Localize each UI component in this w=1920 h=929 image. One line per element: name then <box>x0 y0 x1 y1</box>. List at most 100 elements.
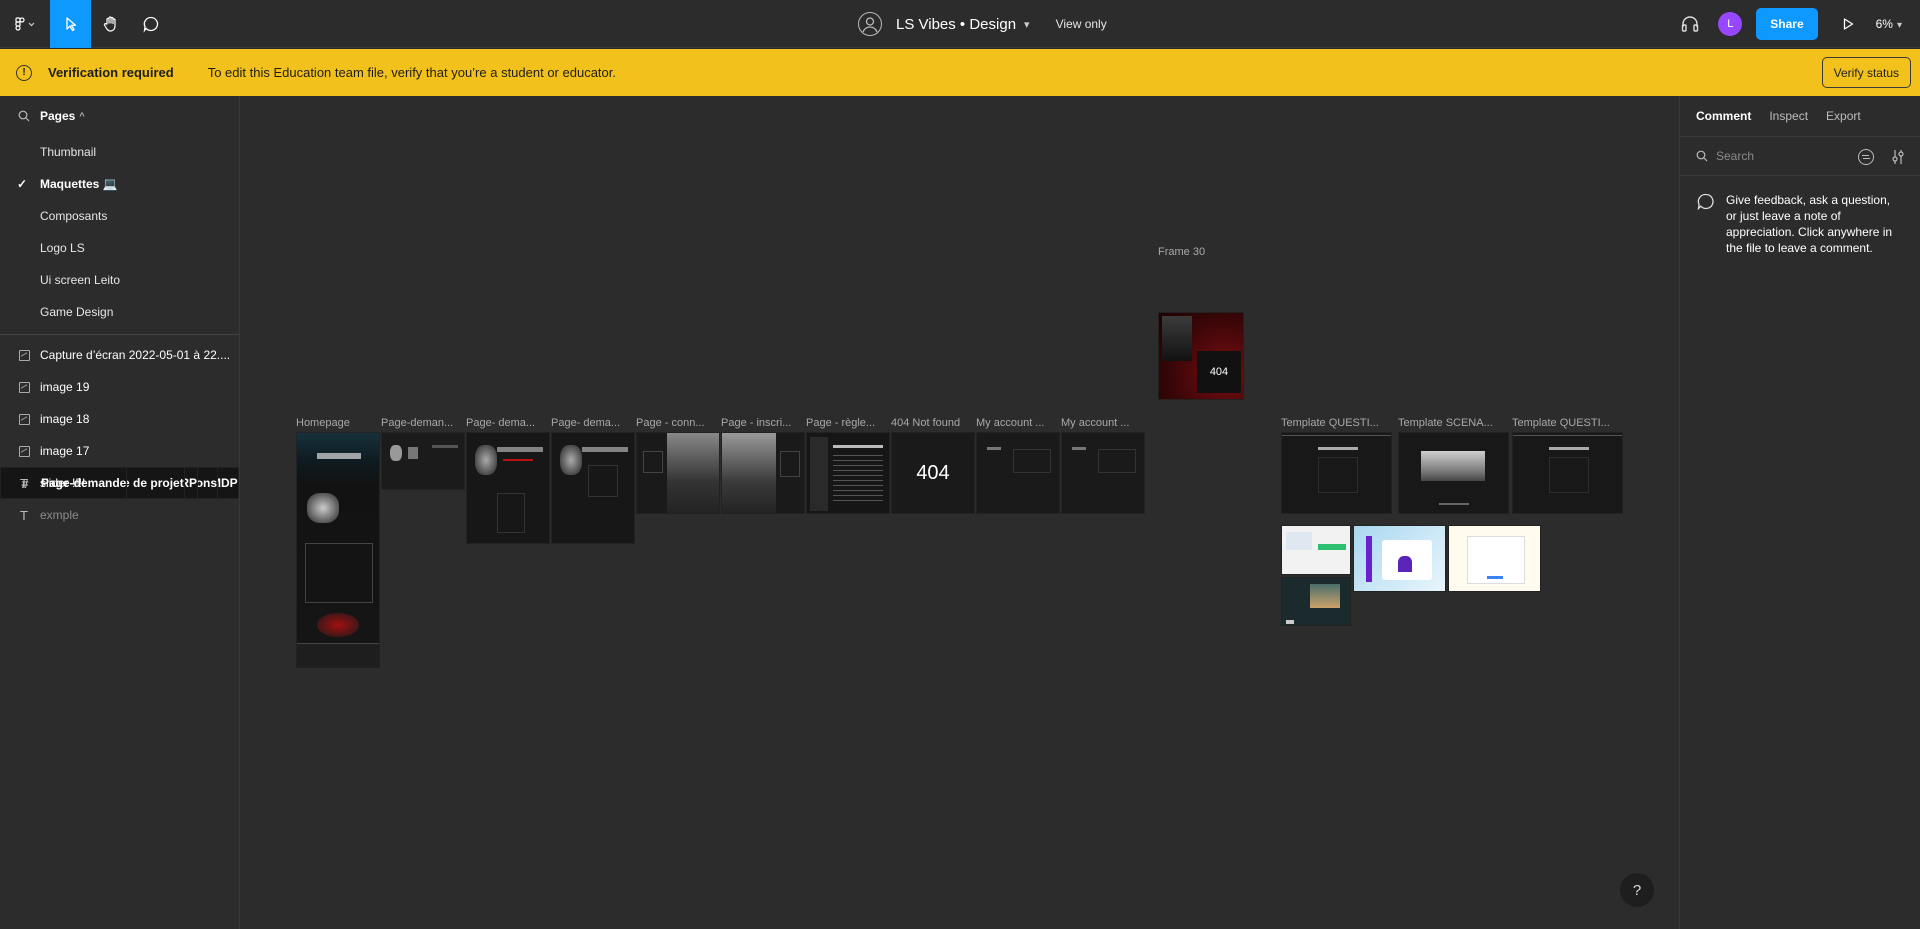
layer-item[interactable]: image 18 <box>0 403 239 435</box>
chevron-up-icon[interactable]: ^ <box>79 111 84 121</box>
figma-logo-icon <box>15 17 35 31</box>
frame-label-page-demande[interactable]: Page-deman... <box>381 417 463 429</box>
frame-label-404[interactable]: 404 Not found <box>891 417 973 429</box>
image-18[interactable] <box>1353 525 1446 592</box>
view-only-label: View only <box>1055 17 1107 31</box>
chevron-down-icon: ▾ <box>1896 20 1902 31</box>
pages-list: Thumbnail ✓ Maquettes 💻 Composants Logo LS Ui… <box>0 136 239 328</box>
chevron-down-icon[interactable]: ▾ <box>1024 18 1030 31</box>
verify-status-button[interactable]: Verify status <box>1821 57 1911 88</box>
image-icon <box>18 349 30 361</box>
image-19[interactable] <box>1448 525 1541 592</box>
pages-header[interactable]: Pages ^ <box>0 96 239 136</box>
empty-message: Give feedback, ask a question, or just l… <box>1726 193 1893 255</box>
capture-ecran-image[interactable] <box>1281 577 1351 626</box>
frame30-404-text: 404 <box>1197 351 1241 393</box>
filter-icon[interactable] <box>1858 149 1874 165</box>
page-item[interactable]: Thumbnail <box>0 136 239 168</box>
page-item-label: Game Design <box>40 305 114 319</box>
layer-item[interactable]: Texmple <box>0 499 239 531</box>
frame-my-account-1[interactable] <box>976 432 1060 514</box>
user-avatar[interactable]: L <box>1718 12 1743 36</box>
frame-template-question-1[interactable] <box>1281 432 1392 514</box>
layer-item[interactable]: image 17 <box>0 435 239 467</box>
layers-panel: Pages ^ Thumbnail ✓ Maquettes 💻 Composants L… <box>0 96 240 929</box>
layer-item[interactable]: Tslider !!!! <box>0 467 239 499</box>
page-item[interactable]: ✓ Maquettes 💻 <box>0 168 239 200</box>
frame-label-template-question-1[interactable]: Template QUESTI... <box>1281 417 1391 429</box>
frame-30[interactable]: 404 <box>1158 312 1244 400</box>
page-item-label: Maquettes 💻 <box>40 177 118 191</box>
page-item-label: Ui screen Leito <box>40 273 121 287</box>
layers-list: Capture d’écran 2022-05-01 à 22.... image… <box>0 339 239 531</box>
play-icon <box>1843 18 1853 30</box>
tab-comment[interactable]: Comment <box>1696 109 1751 123</box>
move-tool-button[interactable] <box>50 0 91 48</box>
frame-homepage[interactable] <box>296 432 380 668</box>
cursor-icon <box>65 17 76 32</box>
frame-label-frame30[interactable]: Frame 30 <box>1158 246 1205 258</box>
frame-page-inscription[interactable] <box>721 432 805 514</box>
page-item-label: Logo LS <box>40 241 85 255</box>
page-item[interactable]: Logo LS <box>0 232 239 264</box>
help-button[interactable]: ? <box>1620 873 1654 907</box>
share-button[interactable]: Share <box>1756 8 1818 40</box>
frame-my-account-2[interactable] <box>1061 432 1145 514</box>
image-icon <box>18 413 30 425</box>
page-item[interactable]: Composants <box>0 200 239 232</box>
frame-label-homepage[interactable]: Homepage <box>296 417 378 429</box>
layer-label: image 18 <box>40 412 90 426</box>
headphones-icon <box>1682 16 1699 32</box>
frame-label-page-connexion[interactable]: Page - conn... <box>636 417 718 429</box>
hand-tool-button[interactable] <box>91 0 131 48</box>
sliders-icon[interactable] <box>1890 148 1906 166</box>
banner-message: To edit this Education team file, verify… <box>207 65 616 80</box>
frame-label-my-account-2[interactable]: My account ... <box>1061 417 1143 429</box>
page-item-label: Composants <box>40 209 108 223</box>
frame-label-page-demande-projet[interactable]: Page- dema... <box>466 417 548 429</box>
tab-inspect[interactable]: Inspect <box>1769 109 1808 123</box>
frame-label-page-demande-mort[interactable]: Page- dema... <box>551 417 633 429</box>
zoom-level: 6% <box>1875 17 1893 31</box>
frame-label-page-reglement[interactable]: Page - règle... <box>806 417 888 429</box>
frame-template-scenario[interactable] <box>1398 432 1509 514</box>
frame-page-demande[interactable] <box>381 432 465 490</box>
frame-label-my-account-1[interactable]: My account ... <box>976 417 1058 429</box>
frame-template-question-2[interactable] <box>1512 432 1623 514</box>
audio-call-button[interactable] <box>1668 15 1712 33</box>
comment-search-input[interactable] <box>1716 149 1856 163</box>
image-icon <box>18 445 30 457</box>
frame-page-connexion[interactable] <box>636 432 720 514</box>
main-menu-button[interactable] <box>0 0 50 48</box>
image-17[interactable] <box>1281 525 1351 575</box>
frame-404-not-found[interactable]: 404 <box>891 432 975 514</box>
panel-divider <box>0 334 239 335</box>
comment-search[interactable] <box>1680 136 1920 176</box>
page-item[interactable]: Game Design <box>0 296 239 328</box>
frame30-photo <box>1162 316 1192 361</box>
frame-label-template-scenario[interactable]: Template SCENA... <box>1398 417 1508 429</box>
frame-label-page-inscription[interactable]: Page - inscri... <box>721 417 803 429</box>
canvas[interactable]: Frame 30 404 Homepage Page-deman... Page… <box>241 96 1679 929</box>
zoom-menu[interactable]: 6% ▾ <box>1876 17 1902 31</box>
comments-panel: Comment Inspect Export Give feedback, ask … <box>1679 96 1920 929</box>
frame-page-reglement[interactable] <box>806 432 890 514</box>
page-item[interactable]: Ui screen Leito <box>0 264 239 296</box>
frame-page-demande-projet[interactable] <box>466 432 550 544</box>
frame-label-template-question-2[interactable]: Template QUESTI... <box>1512 417 1622 429</box>
search-icon[interactable] <box>18 110 30 122</box>
file-title[interactable]: LS Vibes • Design <box>896 16 1016 33</box>
verification-banner: ! Verification required To edit this Edu… <box>0 49 1920 96</box>
layer-item[interactable]: Capture d’écran 2022-05-01 à 22.... <box>0 339 239 371</box>
layer-label: image 17 <box>40 444 90 458</box>
frame-page-demande-mort[interactable] <box>551 432 635 544</box>
file-title-area[interactable]: LS Vibes • Design ▾ View only <box>858 0 1107 48</box>
layer-item[interactable]: image 19 <box>0 371 239 403</box>
present-button[interactable] <box>1836 17 1860 31</box>
layer-label: image 19 <box>40 380 90 394</box>
comment-tool-button[interactable] <box>131 0 171 48</box>
layer-label: exmple <box>40 508 79 522</box>
tab-export[interactable]: Export <box>1826 109 1861 123</box>
comments-empty-state: Give feedback, ask a question, or just l… <box>1680 176 1920 256</box>
text-icon: T <box>20 507 28 523</box>
